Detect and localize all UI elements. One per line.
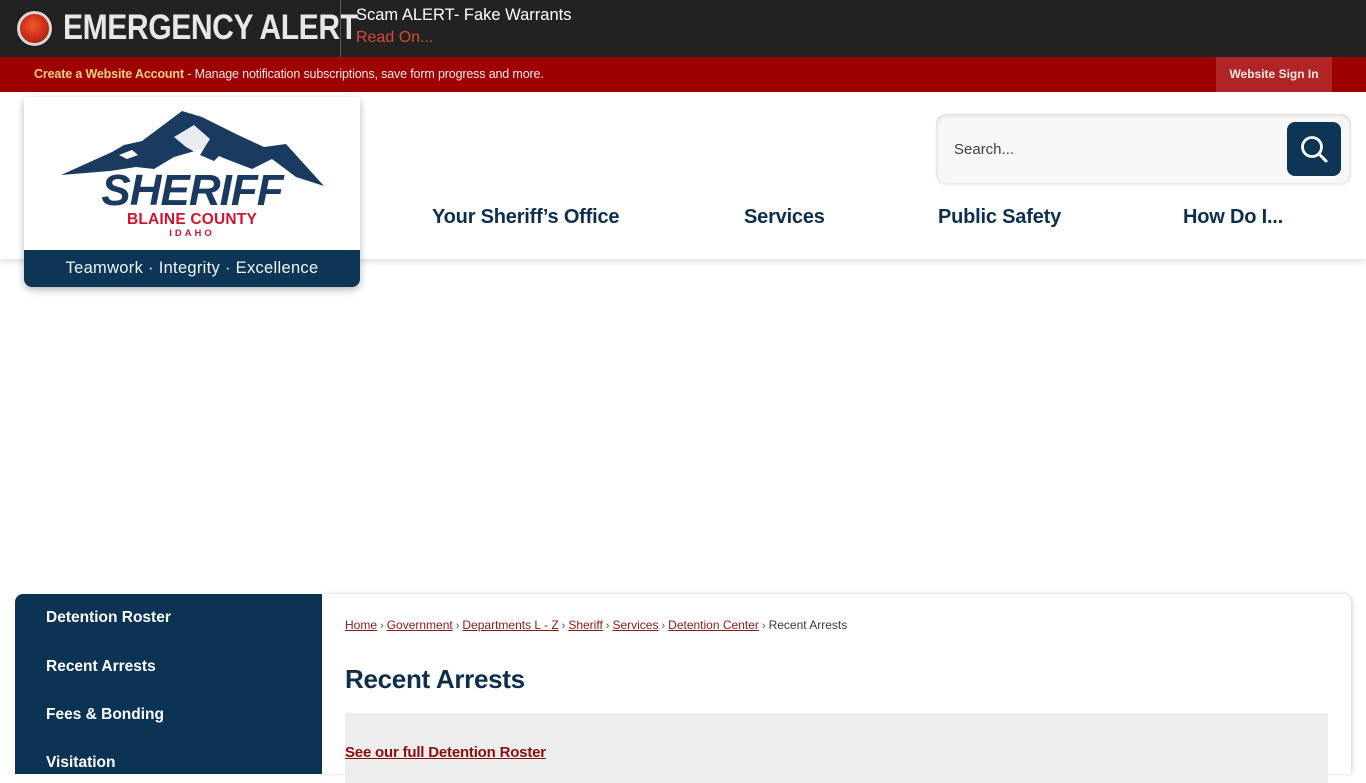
content-card: Home › Government › Departments L - Z › Sherif… xyxy=(322,594,1351,783)
breadcrumb-detention-center[interactable]: Detention Center xyxy=(668,618,759,632)
account-bar-text: Create a Website Account - Manage notifi… xyxy=(34,67,544,81)
breadcrumb-separator: › xyxy=(661,620,666,632)
sidebar-nav: Detention Roster Recent Arrests Fees & B… xyxy=(15,594,322,774)
breadcrumb-separator: › xyxy=(761,620,766,632)
nav-item-your-sheriffs-office[interactable]: Your Sheriff’s Office xyxy=(432,206,620,229)
svg-text:BLAINE COUNTY: BLAINE COUNTY xyxy=(127,211,258,228)
breadcrumb-separator: › xyxy=(605,620,610,632)
search-box xyxy=(936,114,1351,184)
alert-read-on-link[interactable]: Read On... xyxy=(356,29,433,47)
full-detention-roster-link[interactable]: See our full Detention Roster xyxy=(345,744,546,761)
breadcrumb-departments-l-z[interactable]: Departments L - Z xyxy=(462,618,558,632)
website-sign-in-button[interactable]: Website Sign In xyxy=(1216,57,1332,92)
account-bar-description: - Manage notification subscriptions, sav… xyxy=(183,67,544,81)
breadcrumb-services[interactable]: Services xyxy=(612,618,658,632)
alert-message-link[interactable]: Scam ALERT- Fake Warrants xyxy=(356,6,571,25)
sidebar-item-detention-roster[interactable]: Detention Roster xyxy=(46,609,171,627)
breadcrumb-sheriff[interactable]: Sheriff xyxy=(568,618,602,632)
emergency-alert-bar: EMERGENCY ALERT Scam ALERT- Fake Warrant… xyxy=(0,0,1366,57)
search-input[interactable] xyxy=(954,131,1284,167)
page-title: Recent Arrests xyxy=(345,664,525,694)
create-account-link[interactable]: Create a Website Account xyxy=(34,67,184,81)
nav-item-how-do-i[interactable]: How Do I... xyxy=(1183,206,1283,229)
sidebar-item-fees-bonding[interactable]: Fees & Bonding xyxy=(46,706,164,724)
nav-item-services[interactable]: Services xyxy=(744,206,825,229)
logo-tagline: Teamwork · Integrity · Excellence xyxy=(24,250,360,287)
account-bar: Create a Website Account - Manage notifi… xyxy=(0,57,1366,92)
breadcrumb-home[interactable]: Home xyxy=(345,618,377,632)
emergency-alert-title: EMERGENCY ALERT xyxy=(63,8,358,47)
svg-text:IDAHO: IDAHO xyxy=(169,228,215,239)
nav-item-public-safety[interactable]: Public Safety xyxy=(938,206,1061,229)
sidebar-item-visitation[interactable]: Visitation xyxy=(46,754,115,772)
breadcrumb: Home › Government › Departments L - Z › Sherif… xyxy=(345,618,847,632)
breadcrumb-separator: › xyxy=(561,620,566,632)
red-alert-light-icon xyxy=(17,11,52,46)
sidebar-item-recent-arrests[interactable]: Recent Arrests xyxy=(46,658,156,676)
breadcrumb-separator: › xyxy=(455,620,460,632)
breadcrumb-government[interactable]: Government xyxy=(387,618,453,632)
sheriff-logo-mountains-icon: SHERIFF BLAINE COUNTY IDAHO xyxy=(61,111,324,239)
breadcrumb-current: Recent Arrests xyxy=(768,618,848,632)
search-button[interactable] xyxy=(1287,122,1341,176)
search-icon xyxy=(1301,136,1328,163)
alert-divider xyxy=(340,0,341,57)
sheriff-logo-home-link[interactable]: SHERIFF BLAINE COUNTY IDAHO Teamwork · I… xyxy=(24,97,360,287)
svg-text:SHERIFF: SHERIFF xyxy=(101,166,284,215)
breadcrumb-separator: › xyxy=(380,620,384,632)
roster-callout: See our full Detention Roster xyxy=(345,713,1328,783)
